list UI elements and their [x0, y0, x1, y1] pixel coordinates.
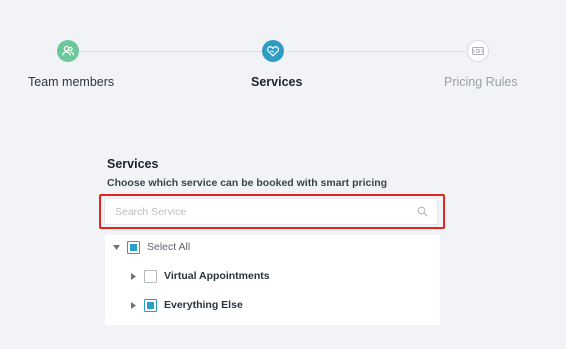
search-icon[interactable] — [417, 206, 428, 217]
tree-node-label: Select All — [147, 241, 191, 253]
caret-right-icon[interactable] — [129, 272, 138, 281]
checkbox-select-all[interactable] — [127, 240, 140, 254]
step-team-members[interactable] — [57, 40, 79, 62]
section-title: Services — [107, 157, 159, 171]
step-label-team-members[interactable]: Team members — [28, 75, 114, 89]
section-subtitle: Choose which service can be booked with … — [107, 177, 388, 189]
tree-node-everything-else[interactable]: Everything Else — [129, 295, 243, 315]
search-field[interactable] — [104, 198, 438, 225]
service-tree: Select All Virtual Appointments Everythi… — [105, 235, 440, 325]
step-pricing-rules[interactable] — [467, 40, 489, 62]
heart-hand-icon — [266, 46, 280, 57]
tree-node-label: Virtual Appointments — [164, 270, 270, 282]
step-services[interactable] — [262, 40, 284, 62]
search-input[interactable] — [105, 199, 415, 224]
money-bill-icon — [472, 47, 484, 55]
tree-node-virtual-appointments[interactable]: Virtual Appointments — [129, 266, 270, 286]
stepper: Team members Services Pricing Rules — [0, 0, 566, 110]
step-label-pricing-rules[interactable]: Pricing Rules — [444, 75, 518, 89]
users-icon — [62, 45, 75, 56]
step-connector — [286, 51, 466, 52]
checkbox-virtual-appointments[interactable] — [144, 269, 157, 283]
checkbox-everything-else[interactable] — [144, 298, 157, 312]
step-connector — [80, 51, 262, 52]
caret-down-icon[interactable] — [112, 243, 121, 252]
tree-node-select-all[interactable]: Select All — [112, 237, 190, 257]
caret-right-icon[interactable] — [129, 301, 138, 310]
step-label-services[interactable]: Services — [251, 75, 302, 89]
tree-node-label: Everything Else — [164, 299, 243, 311]
